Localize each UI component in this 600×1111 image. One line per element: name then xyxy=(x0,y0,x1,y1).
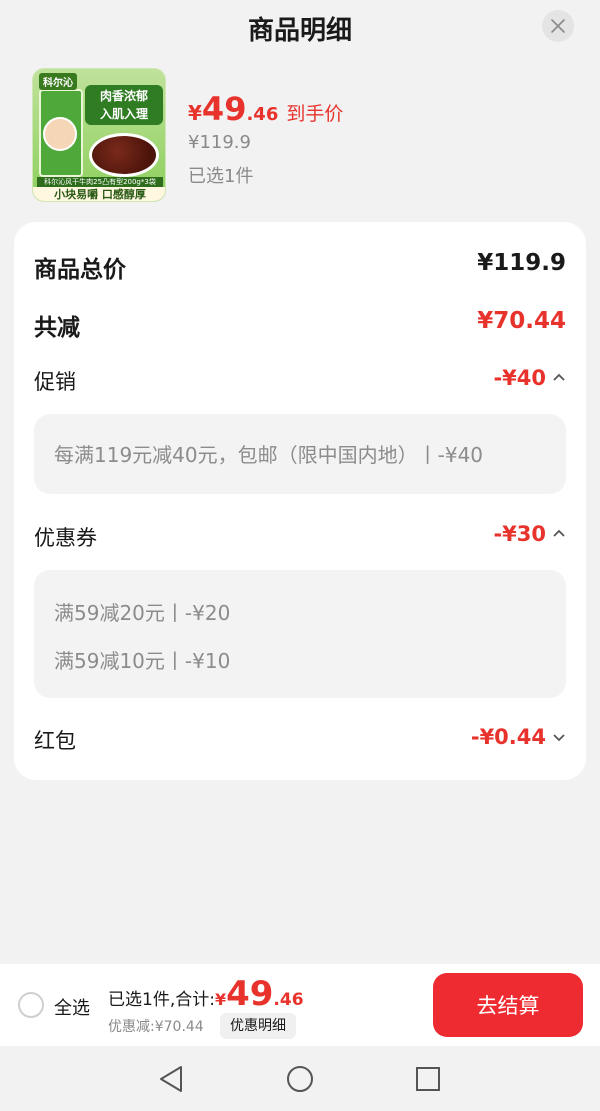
total-integer: 49 xyxy=(226,974,274,1014)
coupon-value: -¥30 xyxy=(493,522,546,546)
price-label: 到手价 xyxy=(286,103,344,125)
price-breakdown-card: 商品总价 ¥119.9 共减 ¥70.44 促销 -¥40 每满119元减40元… xyxy=(14,222,586,780)
discount-detail-button[interactable]: 优惠明细 xyxy=(220,1013,296,1039)
coupon-detail-item: 满59减10元丨-¥10 xyxy=(54,649,231,673)
promo-row[interactable]: 促销 -¥40 xyxy=(34,366,566,402)
product-summary: 科尔沁 肉香浓郁 入肌入理 科尔沁风干牛肉25凸有型200g*3袋 小块易嚼 口… xyxy=(32,68,572,204)
product-tag-line1: 肉香浓郁 xyxy=(99,89,148,103)
chevron-down-icon[interactable] xyxy=(552,730,566,744)
price-decimal: .46 xyxy=(246,104,279,125)
redpacket-value-group: -¥0.44 xyxy=(471,725,566,749)
chevron-up-icon[interactable] xyxy=(552,371,566,385)
original-price: ¥119.9 xyxy=(188,132,251,153)
close-button[interactable] xyxy=(542,10,574,42)
select-all-label[interactable]: 全选 xyxy=(54,994,90,1020)
discount-summary: 优惠减:¥70.44 xyxy=(108,1019,204,1035)
chevron-up-icon[interactable] xyxy=(552,527,566,541)
total-prefix: 已选1件,合计: xyxy=(108,990,215,1010)
total-decimal: .46 xyxy=(273,990,304,1010)
total-currency: ¥ xyxy=(214,990,227,1009)
product-tag: 肉香浓郁 入肌入理 xyxy=(85,85,163,125)
selected-total: 已选1件,合计:¥49.46 xyxy=(108,974,304,1014)
select-all-checkbox[interactable] xyxy=(18,992,44,1018)
price-integer: 49 xyxy=(201,90,247,128)
home-icon[interactable] xyxy=(286,1064,314,1094)
back-icon[interactable] xyxy=(157,1064,185,1094)
total-price-row: 商品总价 ¥119.9 xyxy=(34,250,566,286)
total-reduction-row: 共减 ¥70.44 xyxy=(34,308,566,344)
recents-icon[interactable] xyxy=(414,1064,442,1094)
coupon-row[interactable]: 优惠券 -¥30 xyxy=(34,522,566,558)
promo-value-group: -¥40 xyxy=(493,366,566,390)
final-price: ¥49.46 到手价 xyxy=(188,90,343,128)
total-price-label: 商品总价 xyxy=(34,257,126,283)
promo-details: 每满119元减40元，包邮（限中国内地）丨-¥40 xyxy=(34,414,566,494)
redpacket-row[interactable]: 红包 -¥0.44 xyxy=(34,725,566,761)
product-image[interactable]: 科尔沁 肉香浓郁 入肌入理 科尔沁风干牛肉25凸有型200g*3袋 小块易嚼 口… xyxy=(32,68,166,202)
product-slogan: 小块易嚼 口感醇厚 xyxy=(33,187,165,201)
close-icon xyxy=(551,19,565,33)
product-brand: 科尔沁 xyxy=(39,73,77,90)
coupon-detail-item: 满59减20元丨-¥20 xyxy=(54,601,231,625)
product-spec: 科尔沁风干牛肉25凸有型200g*3袋 xyxy=(37,177,163,187)
coupon-label: 优惠券 xyxy=(34,526,97,550)
coupon-details: 满59减20元丨-¥20 满59减10元丨-¥10 xyxy=(34,570,566,698)
beef-bowl-graphic xyxy=(89,133,159,177)
price-currency: ¥ xyxy=(188,101,202,125)
header: 商品明细 xyxy=(0,0,600,56)
total-reduction-label: 共减 xyxy=(34,315,80,341)
mascot-graphic xyxy=(43,117,77,151)
total-reduction-value: ¥70.44 xyxy=(477,308,566,334)
product-tag-line2: 入肌入理 xyxy=(99,107,148,121)
checkout-bar: 全选 已选1件,合计:¥49.46 优惠减:¥70.44 优惠明细 去结算 xyxy=(0,964,600,1046)
page-title: 商品明细 xyxy=(247,16,352,46)
total-price-value: ¥119.9 xyxy=(477,250,566,276)
coupon-value-group: -¥30 xyxy=(493,522,566,546)
system-nav-bar xyxy=(0,1046,600,1111)
promo-detail-item: 每满119元减40元，包邮（限中国内地）丨-¥40 xyxy=(54,443,484,467)
checkout-button[interactable]: 去结算 xyxy=(433,973,583,1037)
promo-value: -¥40 xyxy=(493,366,546,390)
redpacket-value: -¥0.44 xyxy=(470,725,546,749)
promo-label: 促销 xyxy=(34,370,76,394)
selected-count: 已选1件 xyxy=(188,166,254,187)
redpacket-label: 红包 xyxy=(34,729,76,753)
